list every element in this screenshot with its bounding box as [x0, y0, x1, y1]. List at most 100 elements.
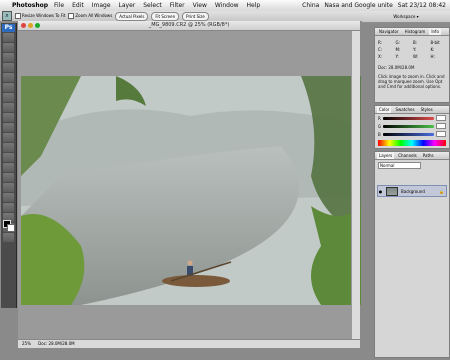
zoom-level[interactable]: 25%: [22, 341, 31, 346]
green-value-field[interactable]: [436, 123, 446, 129]
color-row-r: R: [375, 114, 449, 122]
color-row-g: G: [375, 122, 449, 130]
info-x: X:: [378, 54, 383, 59]
resize-windows-label: Resize Windows To Fit: [22, 13, 66, 18]
zoom-all-checkbox[interactable]: [68, 13, 75, 19]
workspace-button[interactable]: Workspace ▾: [362, 11, 450, 23]
resize-windows-option[interactable]: Resize Windows To Fit: [15, 13, 65, 19]
document-title-bar[interactable]: _MG_9809.CR2 @ 25% (RGB/8*): [18, 21, 360, 31]
tab-styles[interactable]: Styles: [419, 106, 435, 113]
menu-help[interactable]: Help: [247, 0, 261, 11]
color-spectrum[interactable]: [378, 140, 446, 146]
blend-mode-select[interactable]: Normal: [378, 162, 421, 169]
menu-file[interactable]: File: [54, 0, 64, 11]
print-size-button[interactable]: Print Size: [182, 11, 209, 21]
magic-wand-tool-icon[interactable]: [3, 63, 14, 72]
menu-layer[interactable]: Layer: [119, 0, 136, 11]
slice-tool-icon[interactable]: [3, 83, 14, 92]
canvas-area[interactable]: 25% Doc: 28.0M/28.0M: [18, 31, 361, 348]
type-tool-icon[interactable]: [3, 183, 14, 192]
document-title: _MG_9809.CR2 @ 25% (RGB/8*): [148, 22, 230, 28]
tab-paths[interactable]: Paths: [421, 152, 436, 159]
info-values: R: G: B: 8-bit C: M: Y: K: X: Y: W: H:: [375, 36, 449, 63]
move-tool-icon[interactable]: [3, 33, 14, 42]
layers-tabs: Layers Channels Paths: [375, 152, 449, 160]
color-row-b: B: [375, 130, 449, 138]
red-slider[interactable]: [382, 116, 434, 120]
navigator-tabs: Navigator Histogram Info: [375, 28, 449, 36]
menu-filter[interactable]: Filter: [170, 0, 185, 11]
lock-icon: 🔒: [439, 188, 444, 194]
status-message: Nasa and Google unite: [324, 2, 393, 9]
navigator-panel: Navigator Histogram Info R: G: B: 8-bit …: [374, 27, 450, 103]
status-time[interactable]: Sat 23/12 08:42: [398, 0, 446, 11]
info-w: W:: [413, 54, 419, 59]
clone-stamp-tool-icon[interactable]: [3, 113, 14, 122]
blue-slider[interactable]: [382, 132, 434, 136]
layer-thumbnail: [386, 186, 398, 196]
blue-value-field[interactable]: [436, 131, 446, 137]
menu-select[interactable]: Select: [143, 0, 162, 11]
visibility-eye-icon[interactable]: ●: [378, 189, 383, 194]
crop-tool-icon[interactable]: [3, 73, 14, 82]
toolbox: Ps: [1, 23, 17, 308]
tab-histogram[interactable]: Histogram: [403, 28, 428, 35]
tab-color[interactable]: Color: [377, 106, 392, 113]
actual-pixels-button[interactable]: Actual Pixels: [115, 11, 149, 21]
path-select-tool-icon[interactable]: [3, 193, 14, 202]
info-doc-size: Doc: 28.0M/28.0M: [378, 65, 415, 70]
lasso-tool-icon[interactable]: [3, 53, 14, 62]
info-c: C:: [378, 47, 383, 52]
eraser-tool-icon[interactable]: [3, 133, 14, 142]
info-h: H:: [430, 54, 435, 59]
shape-tool-icon[interactable]: [3, 203, 14, 212]
zoom-tool-icon[interactable]: ⌕: [2, 11, 12, 21]
layer-row-background[interactable]: ● Background 🔒: [377, 185, 447, 197]
blur-tool-icon[interactable]: [3, 153, 14, 162]
document-size[interactable]: Doc: 28.0M/28.0M: [38, 341, 74, 346]
marquee-tool-icon[interactable]: [3, 43, 14, 52]
red-value-field[interactable]: [436, 115, 446, 121]
brush-tool-icon[interactable]: [3, 103, 14, 112]
fit-screen-button[interactable]: Fit Screen: [151, 11, 180, 21]
status-location[interactable]: China: [302, 0, 319, 11]
info-y: Y:: [413, 47, 417, 52]
vertical-scrollbar[interactable]: [351, 31, 360, 340]
resize-windows-checkbox[interactable]: [15, 13, 21, 19]
channel-label-b: B: [378, 131, 381, 137]
color-panel: Color Swatches Styles R G B: [374, 105, 450, 149]
minimize-window-icon[interactable]: [28, 23, 33, 28]
zoom-window-icon[interactable]: [35, 23, 40, 28]
tab-layers[interactable]: Layers: [377, 152, 395, 159]
tab-swatches[interactable]: Swatches: [393, 106, 416, 113]
menu-image[interactable]: Image: [92, 0, 111, 11]
info-b: B:: [413, 40, 418, 45]
info-m: M:: [395, 47, 401, 52]
tab-navigator[interactable]: Navigator: [377, 28, 401, 35]
menu-edit[interactable]: Edit: [72, 0, 84, 11]
healing-brush-tool-icon[interactable]: [3, 93, 14, 102]
menu-app-name[interactable]: Photoshop: [12, 0, 48, 11]
tab-info[interactable]: Info: [429, 28, 441, 35]
layers-panel: Layers Channels Paths Normal ● Backgroun…: [374, 151, 450, 358]
workspace-label: Workspace: [393, 14, 416, 19]
color-tabs: Color Swatches Styles: [375, 106, 449, 114]
info-r: R:: [378, 40, 383, 45]
menu-window[interactable]: Window: [215, 0, 239, 11]
info-y2: Y:: [395, 54, 399, 59]
info-g: G:: [395, 40, 400, 45]
history-brush-tool-icon[interactable]: [3, 123, 14, 132]
info-bitdepth: 8-bit: [430, 40, 440, 45]
info-help-text: Click image to zoom in. Click and drag t…: [378, 74, 445, 89]
menu-status: China Nasa and Google unite Sat 23/12 08…: [302, 0, 450, 11]
zoom-all-option[interactable]: Zoom All Windows: [68, 13, 112, 19]
pen-tool-icon[interactable]: [3, 173, 14, 182]
close-window-icon[interactable]: [21, 23, 26, 28]
background-color-swatch[interactable]: [7, 224, 15, 232]
hand-tool-icon[interactable]: [3, 233, 14, 242]
menu-view[interactable]: View: [193, 0, 207, 11]
gradient-tool-icon[interactable]: [3, 143, 14, 152]
dodge-tool-icon[interactable]: [3, 163, 14, 172]
tab-channels[interactable]: Channels: [396, 152, 419, 159]
green-slider[interactable]: [383, 124, 434, 128]
